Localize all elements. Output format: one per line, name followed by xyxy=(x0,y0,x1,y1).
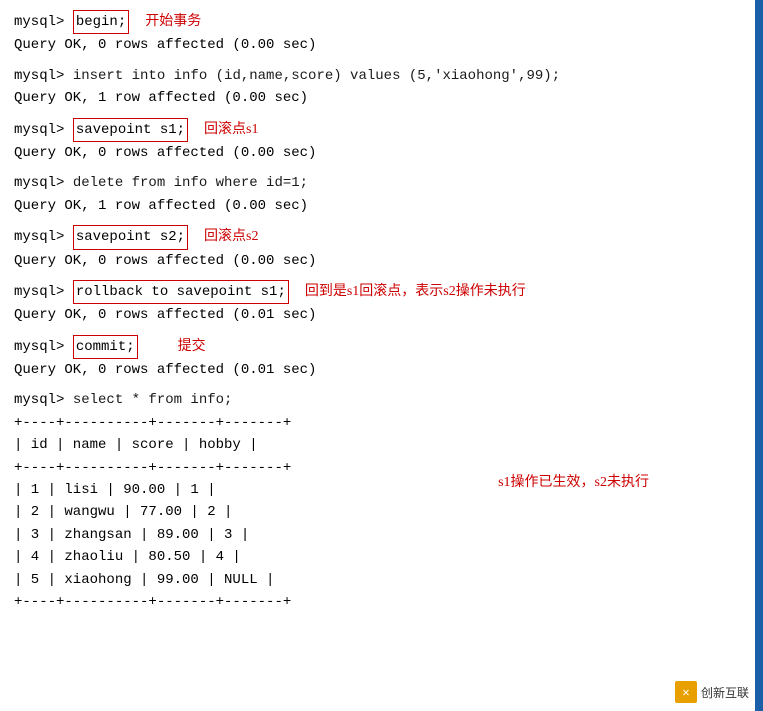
watermark-icon: ✕ xyxy=(675,681,697,703)
output-7: Query OK, 0 rows affected (0.01 sec) xyxy=(14,359,749,381)
output-6: Query OK, 0 rows affected (0.01 sec) xyxy=(14,304,749,326)
cmd-delete: delete from info where id=1; xyxy=(73,172,308,194)
table-annotation: s1操作已生效，s2未执行 xyxy=(498,472,649,494)
output-3: Query OK, 0 rows affected (0.00 sec) xyxy=(14,142,749,164)
prompt-7: mysql> xyxy=(14,336,73,358)
cmd-insert: insert into info (id,name,score) values … xyxy=(73,65,560,87)
prompt-5: mysql> xyxy=(14,226,73,248)
output-text-6: Query OK, 0 rows affected (0.01 sec) xyxy=(14,304,316,326)
output-text-2: Query OK, 1 row affected (0.00 sec) xyxy=(14,87,308,109)
cmd-rollback: rollback to savepoint s1; xyxy=(73,280,289,304)
table-row-3: | 3 | zhangsan | 89.00 | 3 | xyxy=(14,524,249,546)
output-2: Query OK, 1 row affected (0.00 sec) xyxy=(14,87,749,109)
annotation-rollback: 回到是s1回滚点，表示s2操作未执行 xyxy=(305,281,526,303)
result-table: +----+----------+-------+-------+ | id |… xyxy=(14,412,749,614)
right-scrollbar-bar xyxy=(755,0,763,711)
output-4: Query OK, 1 row affected (0.00 sec) xyxy=(14,195,749,217)
cmd-line-insert: mysql> insert into info (id,name,score) … xyxy=(14,65,749,87)
output-5: Query OK, 0 rows affected (0.00 sec) xyxy=(14,250,749,272)
cmd-savepoint-s1: savepoint s1; xyxy=(73,118,188,142)
output-text-5: Query OK, 0 rows affected (0.00 sec) xyxy=(14,250,316,272)
watermark-text: 创新互联 xyxy=(701,684,749,701)
annotation-s1: 回滚点s1 xyxy=(204,119,258,141)
prompt-4: mysql> xyxy=(14,172,73,194)
terminal-window: mysql> begin; 开始事务 Query OK, 0 rows affe… xyxy=(0,0,763,623)
output-text-3: Query OK, 0 rows affected (0.00 sec) xyxy=(14,142,316,164)
cmd-line-commit: mysql> commit; 提交 xyxy=(14,335,749,359)
table-header: | id | name | score | hobby | xyxy=(14,434,749,456)
output-1: Query OK, 0 rows affected (0.00 sec) xyxy=(14,34,749,56)
cmd-begin: begin; xyxy=(73,10,129,34)
annotation-commit: 提交 xyxy=(178,336,206,358)
prompt-1: mysql> xyxy=(14,11,73,33)
table-sep-top: +----+----------+-------+-------+ xyxy=(14,412,749,434)
prompt-8: mysql> xyxy=(14,389,73,411)
cmd-line-begin: mysql> begin; 开始事务 xyxy=(14,10,749,34)
cmd-line-rollback: mysql> rollback to savepoint s1; 回到是s1回滚… xyxy=(14,280,749,304)
cmd-line-savepoint-s1: mysql> savepoint s1; 回滚点s1 xyxy=(14,118,749,142)
table-row-2: | 2 | wangwu | 77.00 | 2 | xyxy=(14,501,749,523)
cmd-select: select * from info; xyxy=(73,389,233,411)
cmd-line-select: mysql> select * from info; xyxy=(14,389,749,411)
table-row-4: | 4 | zhaoliu | 80.50 | 4 | xyxy=(14,546,749,568)
table-row-5: | 5 | xiaohong | 99.00 | NULL | xyxy=(14,569,749,591)
output-text-4: Query OK, 1 row affected (0.00 sec) xyxy=(14,195,308,217)
prompt-2: mysql> xyxy=(14,65,73,87)
cmd-line-delete: mysql> delete from info where id=1; xyxy=(14,172,749,194)
output-text-7: Query OK, 0 rows affected (0.01 sec) xyxy=(14,359,316,381)
output-text-1: Query OK, 0 rows affected (0.00 sec) xyxy=(14,34,316,56)
watermark: ✕ 创新互联 xyxy=(675,681,749,703)
cmd-line-savepoint-s2: mysql> savepoint s2; 回滚点s2 xyxy=(14,225,749,249)
prompt-3: mysql> xyxy=(14,119,73,141)
cmd-commit: commit; xyxy=(73,335,138,359)
table-sep-bottom: +----+----------+-------+-------+ xyxy=(14,591,749,613)
prompt-6: mysql> xyxy=(14,281,73,303)
cmd-savepoint-s2: savepoint s2; xyxy=(73,225,188,249)
annotation-s2: 回滚点s2 xyxy=(204,226,258,248)
annotation-begin: 开始事务 xyxy=(145,11,201,33)
